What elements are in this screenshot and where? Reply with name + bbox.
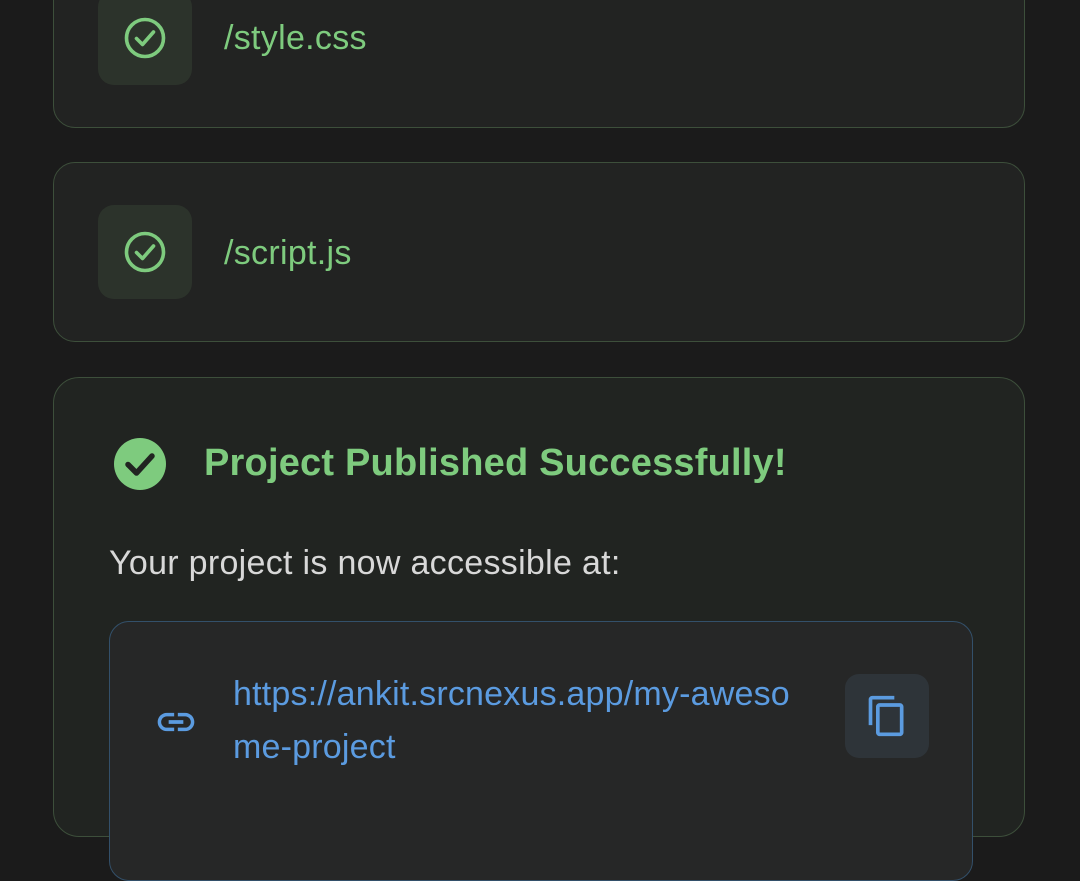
- check-circle-filled-icon: [114, 438, 166, 490]
- file-path: /style.css: [224, 19, 367, 57]
- file-item-style-css: /style.css: [53, 0, 1025, 128]
- file-path: /script.js: [224, 234, 352, 272]
- link-icon: [157, 712, 195, 732]
- check-circle-outline-icon: [124, 231, 166, 273]
- publish-success-title: Project Published Successfully!: [204, 442, 787, 484]
- publish-description: Your project is now accessible at:: [109, 544, 621, 582]
- check-circle-outline-icon: [124, 17, 166, 59]
- copy-icon: [868, 695, 904, 737]
- published-url-box: https://ankit.srcnexus.app/my-awesome-pr…: [109, 621, 973, 881]
- file-item-script-js: /script.js: [53, 162, 1025, 342]
- publish-success-card: Project Published Successfully! Your pro…: [53, 377, 1025, 881]
- file-status-badge: [98, 205, 192, 299]
- published-url-link[interactable]: https://ankit.srcnexus.app/my-awesome-pr…: [233, 668, 793, 774]
- file-status-badge: [98, 0, 192, 85]
- copy-url-button[interactable]: [845, 674, 929, 758]
